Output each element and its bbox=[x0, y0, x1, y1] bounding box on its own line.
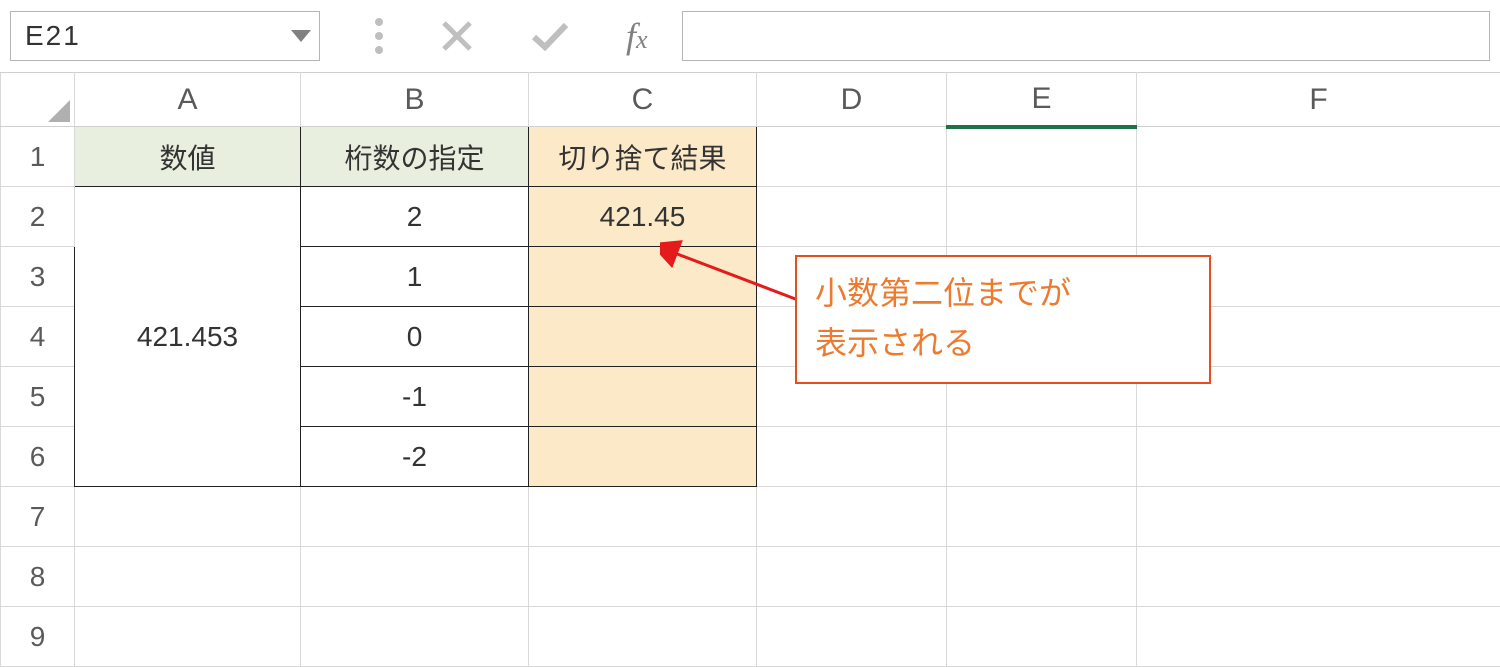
confirm-icon[interactable] bbox=[530, 19, 570, 53]
cancel-icon[interactable] bbox=[440, 19, 474, 53]
row-header[interactable]: 2 bbox=[1, 187, 75, 247]
col-header-D[interactable]: D bbox=[757, 73, 947, 127]
name-box[interactable]: E21 bbox=[10, 11, 320, 61]
cell[interactable] bbox=[529, 607, 757, 667]
table-row: 1 数値 桁数の指定 切り捨て結果 bbox=[1, 127, 1500, 187]
cell[interactable] bbox=[757, 607, 947, 667]
col-header-B[interactable]: B bbox=[301, 73, 529, 127]
cell[interactable]: -2 bbox=[301, 427, 529, 487]
cell[interactable] bbox=[757, 547, 947, 607]
table-row: 2 421.453 2 421.45 bbox=[1, 187, 1500, 247]
cell[interactable] bbox=[301, 487, 529, 547]
name-box-value: E21 bbox=[25, 20, 81, 52]
cell[interactable] bbox=[75, 487, 301, 547]
cell[interactable] bbox=[529, 307, 757, 367]
cell[interactable] bbox=[529, 427, 757, 487]
formula-input[interactable] bbox=[682, 11, 1490, 61]
col-header-A[interactable]: A bbox=[75, 73, 301, 127]
annotation-callout: 小数第二位までが 表示される bbox=[795, 255, 1211, 384]
row-header[interactable]: 5 bbox=[1, 367, 75, 427]
cell[interactable] bbox=[1137, 127, 1500, 187]
cell[interactable] bbox=[1137, 607, 1500, 667]
cell[interactable] bbox=[947, 127, 1137, 187]
cell[interactable] bbox=[757, 487, 947, 547]
cell[interactable] bbox=[75, 547, 301, 607]
cell[interactable] bbox=[1137, 547, 1500, 607]
cell[interactable] bbox=[757, 187, 947, 247]
callout-line: 表示される bbox=[815, 319, 1191, 369]
cell[interactable]: 2 bbox=[301, 187, 529, 247]
cell[interactable]: 421.45 bbox=[529, 187, 757, 247]
row-header[interactable]: 7 bbox=[1, 487, 75, 547]
cell[interactable] bbox=[529, 487, 757, 547]
chevron-down-icon[interactable] bbox=[291, 30, 311, 42]
cell[interactable]: 桁数の指定 bbox=[301, 127, 529, 187]
cell[interactable] bbox=[947, 487, 1137, 547]
column-header-row: A B C D E F bbox=[1, 73, 1500, 127]
cell[interactable] bbox=[947, 607, 1137, 667]
col-header-C[interactable]: C bbox=[529, 73, 757, 127]
cell[interactable] bbox=[1137, 187, 1500, 247]
cell[interactable]: 切り捨て結果 bbox=[529, 127, 757, 187]
cell[interactable] bbox=[75, 607, 301, 667]
row-header[interactable]: 3 bbox=[1, 247, 75, 307]
table-row: 9 bbox=[1, 607, 1500, 667]
col-header-E[interactable]: E bbox=[947, 73, 1137, 127]
cell[interactable]: 数値 bbox=[75, 127, 301, 187]
formula-bar-icons: fx bbox=[334, 15, 648, 57]
row-header[interactable]: 6 bbox=[1, 427, 75, 487]
cell[interactable] bbox=[1137, 427, 1500, 487]
cell[interactable]: -1 bbox=[301, 367, 529, 427]
table-row: 8 bbox=[1, 547, 1500, 607]
row-header[interactable]: 9 bbox=[1, 607, 75, 667]
col-header-F[interactable]: F bbox=[1137, 73, 1500, 127]
cell[interactable] bbox=[757, 127, 947, 187]
cell[interactable] bbox=[757, 427, 947, 487]
cell[interactable] bbox=[301, 547, 529, 607]
cell[interactable]: 0 bbox=[301, 307, 529, 367]
spreadsheet-grid[interactable]: A B C D E F 1 数値 桁数の指定 切り捨て結果 2 421.453 … bbox=[0, 72, 1500, 667]
row-header[interactable]: 1 bbox=[1, 127, 75, 187]
cell-number[interactable]: 421.453 bbox=[75, 187, 301, 487]
row-header[interactable]: 4 bbox=[1, 307, 75, 367]
cell[interactable] bbox=[947, 547, 1137, 607]
row-header[interactable]: 8 bbox=[1, 547, 75, 607]
select-all-button[interactable] bbox=[1, 73, 75, 127]
cell[interactable]: 1 bbox=[301, 247, 529, 307]
cell[interactable] bbox=[529, 547, 757, 607]
cell[interactable] bbox=[529, 247, 757, 307]
cell[interactable] bbox=[947, 427, 1137, 487]
formula-bar: E21 fx bbox=[0, 0, 1500, 72]
more-icon[interactable] bbox=[374, 17, 384, 55]
cell[interactable] bbox=[1137, 487, 1500, 547]
cell[interactable] bbox=[947, 187, 1137, 247]
callout-line: 小数第二位までが bbox=[815, 269, 1191, 319]
fx-icon[interactable]: fx bbox=[626, 15, 648, 57]
cell[interactable] bbox=[529, 367, 757, 427]
table-row: 7 bbox=[1, 487, 1500, 547]
cell[interactable] bbox=[301, 607, 529, 667]
